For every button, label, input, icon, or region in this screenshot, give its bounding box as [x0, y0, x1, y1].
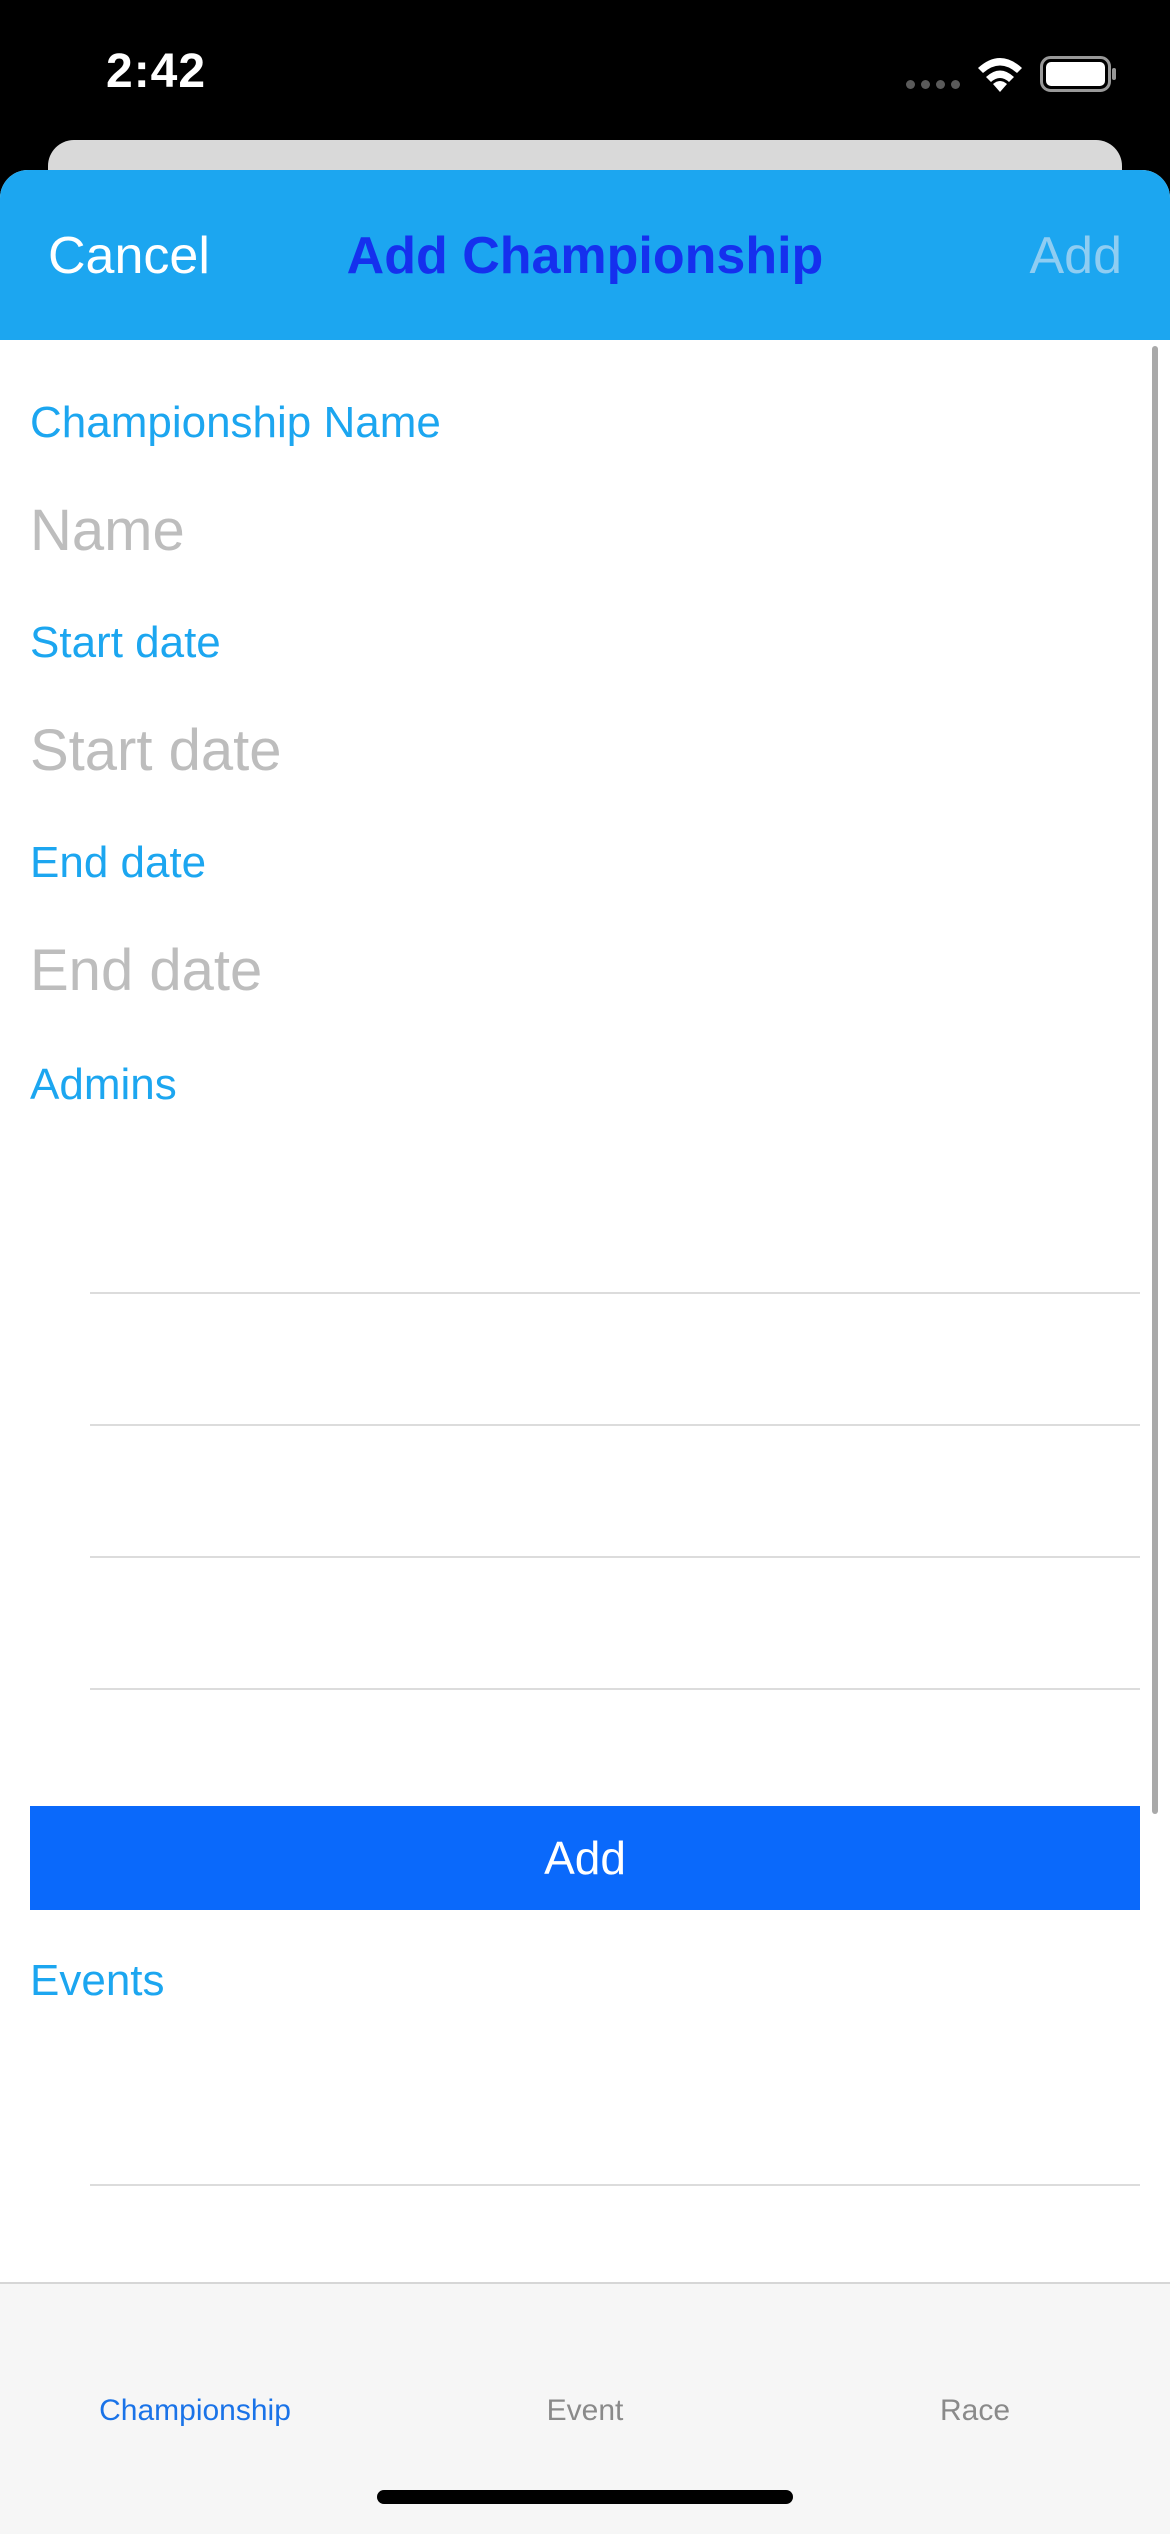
tab-championship[interactable]: Championship: [0, 2394, 390, 2428]
list-divider: [90, 1556, 1140, 1558]
battery-icon: [1040, 56, 1116, 92]
signal-icon: [906, 80, 960, 89]
status-time: 2:42: [106, 45, 207, 98]
add-button[interactable]: Add: [1029, 226, 1122, 286]
wifi-icon: [978, 58, 1022, 92]
scrollbar[interactable]: [1152, 346, 1158, 1814]
events-label: Events: [30, 1956, 165, 2005]
add-admin-button[interactable]: Add: [30, 1806, 1140, 1910]
start-date-field[interactable]: [30, 712, 1130, 788]
start-date-label: Start date: [30, 618, 221, 667]
end-date-field[interactable]: [30, 932, 1130, 1008]
admins-label: Admins: [30, 1060, 177, 1109]
list-divider: [90, 2184, 1140, 2186]
list-divider: [90, 1688, 1140, 1690]
navigation-bar: Cancel Add Championship Add: [0, 170, 1170, 340]
tab-race[interactable]: Race: [780, 2394, 1170, 2428]
home-indicator[interactable]: [377, 2490, 793, 2504]
championship-name-field[interactable]: [30, 492, 1130, 568]
tab-event[interactable]: Event: [390, 2394, 780, 2428]
status-bar: 2:42: [0, 0, 1170, 150]
add-championship-sheet: Cancel Add Championship Add Championship…: [0, 170, 1170, 2532]
end-date-label: End date: [30, 838, 207, 887]
list-divider: [90, 1424, 1140, 1426]
cancel-button[interactable]: Cancel: [48, 226, 210, 286]
list-divider: [90, 1292, 1140, 1294]
championship-name-label: Championship Name: [30, 398, 441, 447]
tab-bar: Championship Event Race: [0, 2282, 1170, 2534]
